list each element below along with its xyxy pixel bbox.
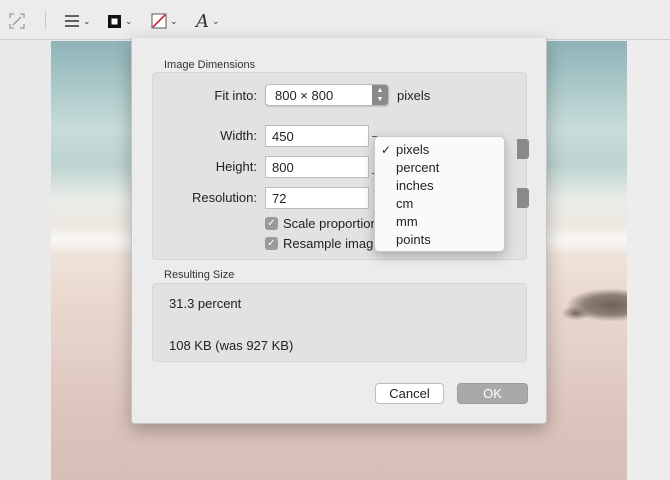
resolution-field[interactable] <box>265 187 369 209</box>
window-right-margin <box>627 41 670 480</box>
menu-item-label: inches <box>396 178 434 193</box>
text-style-icon: A <box>196 10 209 32</box>
chevron-down-icon: ⌄ <box>83 15 91 26</box>
resulting-size-title: Resulting Size <box>164 269 235 281</box>
scale-proportionally-row[interactable]: ✓ Scale proportionall <box>265 216 391 231</box>
fit-into-unit: pixels <box>397 88 431 103</box>
resample-image-label: Resample image <box>283 236 381 251</box>
ok-button[interactable]: OK <box>457 383 528 404</box>
resulting-size-box: 31.3 percent 108 KB (was 927 KB) <box>152 283 527 362</box>
toolbar-separator <box>45 11 46 29</box>
border-color-icon <box>108 14 121 28</box>
chevron-down-icon: ⌄ <box>212 15 220 26</box>
width-label: Width: <box>220 128 257 143</box>
resulting-percent: 31.3 percent <box>169 296 242 311</box>
height-label: Height: <box>215 159 257 174</box>
checkmark-icon: ✓ <box>381 143 392 157</box>
menu-item-label: cm <box>396 196 414 211</box>
height-field[interactable] <box>265 156 369 178</box>
menu-item-percent[interactable]: percent <box>375 159 504 177</box>
line-style-icon <box>65 15 79 27</box>
menu-item-label: points <box>396 232 431 247</box>
resample-image-checkbox[interactable]: ✓ <box>265 237 278 250</box>
line-style-button[interactable]: ⌄ <box>64 9 91 33</box>
fit-into-value: 800 × 800 <box>275 88 334 103</box>
toolbar: ⌄ ⌄ ⌄ A ⌄ <box>0 0 670 40</box>
unit-popup-arrows-icon[interactable] <box>517 139 529 159</box>
resolution-unit-arrows-icon[interactable] <box>517 188 529 208</box>
menu-item-label: percent <box>396 160 440 175</box>
resulting-file-size: 108 KB (was 927 KB) <box>169 338 294 353</box>
chevron-down-icon: ⌄ <box>125 15 133 26</box>
fit-into-label: Fit into: <box>214 88 257 103</box>
resolution-input[interactable] <box>266 188 368 208</box>
units-menu: ✓ pixels percent inches cm mm points <box>374 136 505 252</box>
width-field[interactable] <box>265 125 369 147</box>
border-color-button[interactable]: ⌄ <box>107 9 133 33</box>
resample-image-row[interactable]: ✓ Resample image <box>265 236 381 251</box>
menu-item-inches[interactable]: inches <box>375 177 504 195</box>
height-input[interactable] <box>266 157 368 177</box>
fill-color-button[interactable]: ⌄ <box>151 9 178 33</box>
updown-arrows-icon: ▲ ▼ <box>372 85 388 105</box>
menu-item-mm[interactable]: mm <box>375 213 504 231</box>
menu-item-pixels[interactable]: ✓ pixels <box>375 141 504 159</box>
image-dimensions-title: Image Dimensions <box>164 59 256 71</box>
fit-into-popup[interactable]: 800 × 800 ▲ ▼ <box>265 84 389 106</box>
width-input[interactable] <box>266 126 368 146</box>
menu-item-label: mm <box>396 214 418 229</box>
resolution-label: Resolution: <box>191 190 257 205</box>
crop-icon[interactable] <box>9 9 25 33</box>
menu-item-points[interactable]: points <box>375 231 504 249</box>
menu-item-cm[interactable]: cm <box>375 195 504 213</box>
scale-proportionally-checkbox[interactable]: ✓ <box>265 217 278 230</box>
cancel-button[interactable]: Cancel <box>375 383 444 404</box>
text-style-button[interactable]: A ⌄ <box>196 9 220 33</box>
chevron-down-icon: ⌄ <box>170 15 178 26</box>
fill-color-icon <box>151 13 167 29</box>
menu-item-label: pixels <box>396 142 430 157</box>
